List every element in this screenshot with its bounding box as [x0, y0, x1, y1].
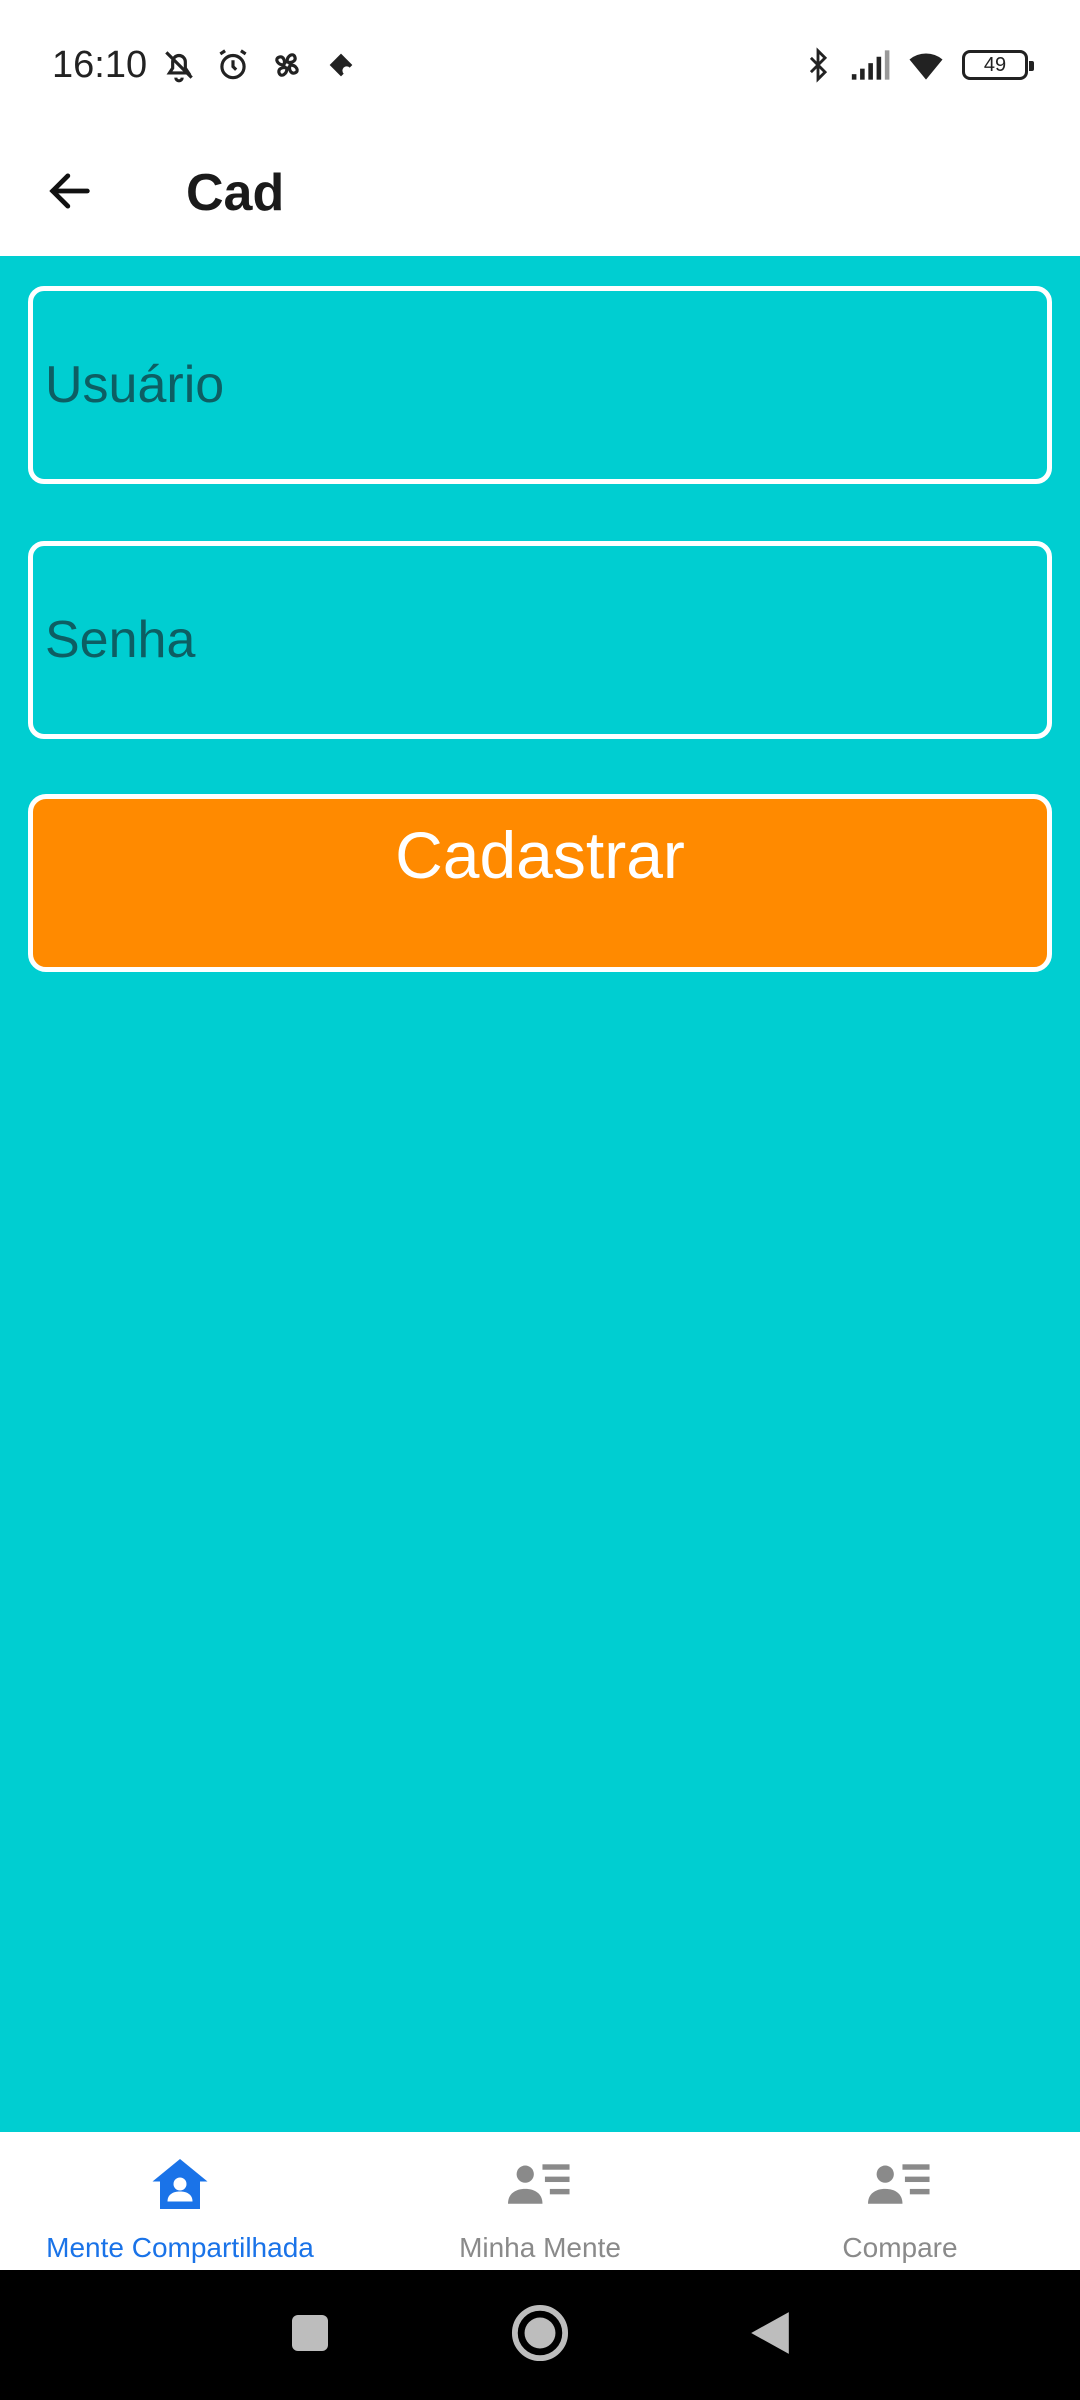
wifi-icon: [904, 43, 948, 87]
password-field[interactable]: [28, 541, 1052, 739]
back-button[interactable]: [30, 153, 110, 233]
recents-button[interactable]: [195, 2285, 425, 2385]
registration-form: Cadastrar: [0, 256, 1080, 2132]
status-bar: 16:10 49: [0, 0, 1080, 130]
battery-icon: 49: [962, 50, 1034, 80]
signal-icon: [850, 43, 894, 87]
square-icon: [290, 2313, 330, 2358]
battery-level: 49: [983, 53, 1007, 76]
home-person-icon: [148, 2152, 212, 2216]
muted-bell-icon: [157, 43, 201, 87]
arrow-left-icon: [44, 165, 96, 222]
username-input[interactable]: [33, 291, 1047, 479]
person-list-icon: [508, 2152, 572, 2216]
bluetooth-icon: [796, 43, 840, 87]
status-left: 16:10: [52, 43, 363, 87]
system-nav-bar: [0, 2270, 1080, 2400]
nav-label: Minha Mente: [459, 2232, 621, 2263]
app-notification-icon: [319, 43, 363, 87]
bottom-nav: Mente Compartilhada Minha Mente Compare: [0, 2132, 1080, 2270]
nav-item-mente-compartilhada[interactable]: Mente Compartilhada: [0, 2132, 360, 2270]
home-button[interactable]: [425, 2285, 655, 2385]
register-button[interactable]: Cadastrar: [28, 794, 1052, 972]
alarm-icon: [211, 43, 255, 87]
back-system-button[interactable]: [655, 2285, 885, 2385]
app-bar: Cad: [0, 130, 1080, 256]
nav-label: Compare: [842, 2232, 958, 2263]
triangle-back-icon: [749, 2310, 791, 2361]
person-list-icon: [868, 2152, 932, 2216]
fan-icon: [265, 43, 309, 87]
nav-label: Mente Compartilhada: [46, 2232, 314, 2263]
nav-item-minha-mente[interactable]: Minha Mente: [360, 2132, 720, 2270]
nav-item-compare[interactable]: Compare: [720, 2132, 1080, 2270]
password-input[interactable]: [33, 546, 1047, 734]
username-field[interactable]: [28, 286, 1052, 484]
status-time: 16:10: [52, 43, 148, 86]
status-right: 49: [796, 43, 1034, 87]
circle-icon: [511, 2304, 569, 2367]
page-title: Cad: [186, 164, 285, 222]
